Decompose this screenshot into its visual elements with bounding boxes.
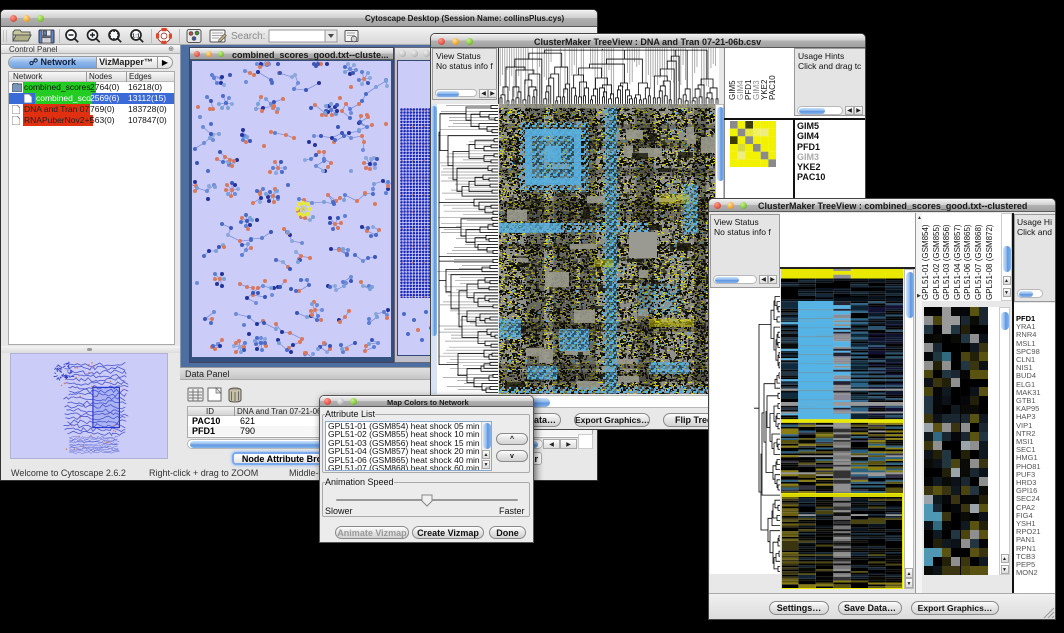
svg-text:GPL51-07 (GSM868): GPL51-07 (GSM868) xyxy=(974,224,983,300)
svg-text:1:1: 1:1 xyxy=(132,33,140,39)
svg-text:GPL51-02 (GSM855): GPL51-02 (GSM855) xyxy=(932,224,941,300)
svg-text:PAC10: PAC10 xyxy=(768,75,777,100)
svg-text:GPL51-06 (GSM865): GPL51-06 (GSM865) xyxy=(963,224,972,300)
svg-text:GPL51-08 (GSM872): GPL51-08 (GSM872) xyxy=(985,224,994,300)
svg-text:GPL51-03 (GSM856): GPL51-03 (GSM856) xyxy=(942,224,951,300)
svg-text:GPL51-01 (GSM854): GPL51-01 (GSM854) xyxy=(922,224,930,300)
svg-text:GPL51-04 (GSM857): GPL51-04 (GSM857) xyxy=(953,224,962,300)
svg-text:Search:: Search: xyxy=(231,31,265,42)
